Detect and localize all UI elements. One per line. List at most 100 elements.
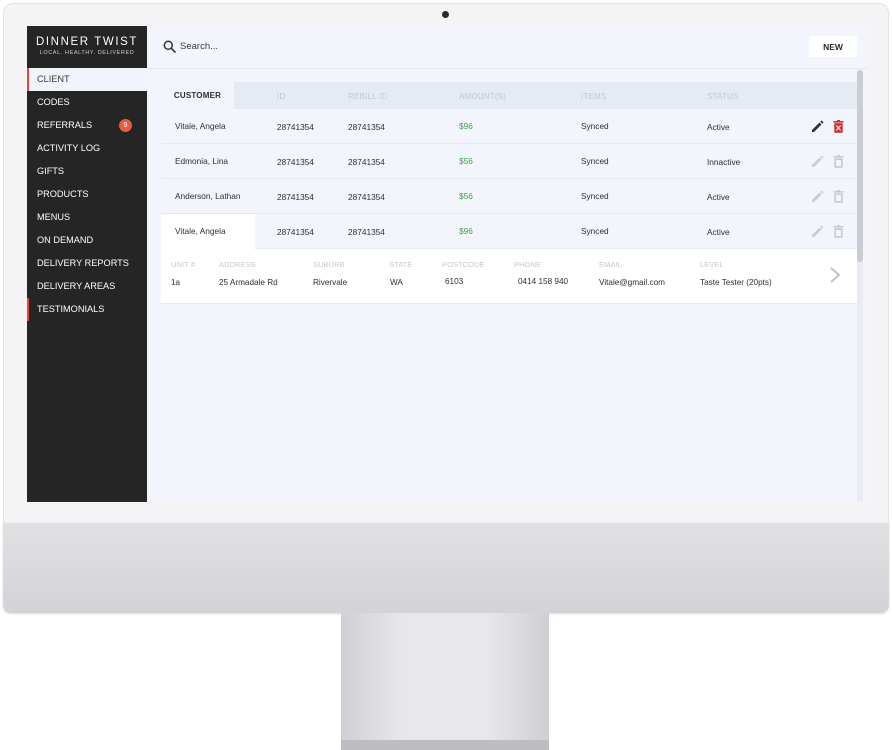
detail-unit: 1a — [171, 278, 181, 287]
trash-icon[interactable] — [833, 155, 844, 168]
referrals-count-badge: 9 — [119, 119, 132, 132]
rebill-id: 28741354 — [348, 192, 385, 202]
detail-header-state: STATE — [389, 260, 413, 269]
brand-logo: DINNER TWIST LOCAL. HEALTHY. DELIVERED — [27, 26, 147, 68]
status: Active — [707, 192, 730, 202]
sidebar-item-label: MENUS — [37, 212, 71, 222]
detail-state: WA — [390, 278, 403, 287]
items-status: Synced — [581, 226, 609, 236]
customer-id: 28741354 — [277, 122, 314, 132]
sidebar-item-gifts[interactable]: GIFTS — [27, 160, 147, 183]
chevron-right-icon[interactable] — [829, 266, 841, 284]
sidebar-item-label: GIFTS — [37, 166, 65, 176]
amount: $96 — [459, 226, 473, 236]
webcam — [442, 11, 449, 18]
customer-name: Edmonia, Lina — [175, 156, 229, 166]
table-row[interactable]: Anderson, Lathan 28741354 28741354 $56 S… — [161, 179, 857, 214]
amount: $56 — [459, 191, 473, 201]
table-row-selected[interactable]: Vitale, Angela 28741354 28741354 $96 Syn… — [161, 214, 857, 249]
customer-id: 28741354 — [277, 157, 314, 167]
status: Active — [707, 122, 730, 132]
sidebar-item-testimonials[interactable]: TESTIMONIALS — [27, 298, 147, 321]
column-header-customer[interactable]: CUSTOMER — [161, 82, 234, 109]
table-header: CUSTOMER ID REBILL ID AMOUNT(S) ITEMS ST… — [161, 82, 857, 109]
detail-header-address: ADDRESS — [219, 260, 256, 269]
amount: $56 — [459, 156, 473, 166]
detail-header-phone: PHONE — [514, 260, 542, 269]
scrollbar-thumb[interactable] — [857, 70, 863, 262]
customer-table: CUSTOMER ID REBILL ID AMOUNT(S) ITEMS ST… — [161, 82, 857, 502]
detail-header-unit: UNIT # — [171, 260, 195, 269]
sidebar-item-label: CODES — [37, 97, 70, 107]
customer-name: Vitale, Angela — [175, 226, 226, 236]
detail-level: Taste Tester (20pts) — [700, 278, 772, 287]
status: Innactive — [707, 157, 741, 167]
sidebar-item-label: DELIVERY REPORTS — [37, 258, 129, 268]
sidebar-item-referrals[interactable]: REFERRALS 9 — [27, 114, 147, 137]
sidebar-item-client[interactable]: CLIENT — [27, 68, 147, 91]
rebill-id: 28741354 — [348, 227, 385, 237]
items-status: Synced — [581, 156, 609, 166]
monitor-chin — [3, 523, 889, 613]
monitor-stand — [341, 613, 549, 740]
sidebar-nav: CLIENT CODES REFERRALS 9 ACTIVITY LOG GIF… — [27, 68, 147, 321]
sidebar: DINNER TWIST LOCAL. HEALTHY. DELIVERED C… — [27, 26, 147, 502]
rebill-id: 28741354 — [348, 122, 385, 132]
pencil-icon[interactable] — [811, 120, 824, 133]
search-input[interactable]: Search... — [180, 41, 218, 52]
sidebar-item-label: CLIENT — [37, 74, 70, 84]
items-status: Synced — [581, 121, 609, 131]
pencil-icon[interactable] — [811, 225, 824, 238]
sidebar-item-label: TESTIMONIALS — [37, 304, 105, 314]
pencil-icon[interactable] — [811, 155, 824, 168]
trash-icon[interactable] — [833, 120, 844, 133]
column-header-rebill-id[interactable]: REBILL ID — [348, 92, 387, 101]
amount: $96 — [459, 121, 473, 131]
customer-id: 28741354 — [277, 227, 314, 237]
vertical-scrollbar[interactable] — [857, 70, 863, 502]
detail-header-email: EMAIL — [599, 260, 622, 269]
detail-address: 25 Armadale Rd — [219, 278, 278, 287]
sidebar-item-products[interactable]: PRODUCTS — [27, 183, 147, 206]
sidebar-item-codes[interactable]: CODES — [27, 91, 147, 114]
sidebar-item-label: PRODUCTS — [37, 189, 89, 199]
sidebar-item-label: REFERRALS — [37, 120, 93, 130]
customer-name: Vitale, Angela — [175, 121, 226, 131]
sidebar-item-on-demand[interactable]: ON DEMAND — [27, 229, 147, 252]
column-header-id[interactable]: ID — [277, 92, 285, 101]
detail-suburb: Rivervale — [313, 278, 348, 287]
screen: DINNER TWIST LOCAL. HEALTHY. DELIVERED C… — [27, 26, 868, 502]
sidebar-item-delivery-areas[interactable]: DELIVERY AREAS — [27, 275, 147, 298]
detail-header-postcode: POSTCODE — [442, 260, 485, 269]
detail-email: Vitale@gmail.com — [599, 278, 665, 287]
column-header-items[interactable]: ITEMS — [581, 92, 606, 101]
search-icon[interactable] — [163, 40, 176, 53]
status: Active — [707, 227, 730, 237]
table-row[interactable]: Edmonia, Lina 28741354 28741354 $56 Sync… — [161, 144, 857, 179]
brand-tagline: LOCAL. HEALTHY. DELIVERED — [39, 50, 135, 56]
customer-name: Anderson, Lathan — [175, 191, 241, 201]
customer-id: 28741354 — [277, 192, 314, 202]
detail-phone: 0414 158 940 — [518, 277, 569, 286]
table-row[interactable]: Vitale, Angela 28741354 28741354 $96 Syn… — [161, 109, 857, 144]
detail-postcode: 6103 — [445, 277, 464, 286]
column-header-amount[interactable]: AMOUNT(S) — [459, 92, 506, 101]
sidebar-item-delivery-reports[interactable]: DELIVERY REPORTS — [27, 252, 147, 275]
sidebar-item-menus[interactable]: MENUS — [27, 206, 147, 229]
new-button[interactable]: NEW — [809, 36, 857, 57]
pencil-icon[interactable] — [811, 190, 824, 203]
trash-icon[interactable] — [833, 225, 844, 238]
items-status: Synced — [581, 191, 609, 201]
trash-icon[interactable] — [833, 190, 844, 203]
monitor-stand-foot — [341, 740, 549, 750]
column-header-status[interactable]: STATUS — [707, 92, 739, 101]
sidebar-item-label: ACTIVITY LOG — [37, 143, 101, 153]
detail-header-level: LEVEL — [700, 260, 724, 269]
table-empty-area — [161, 304, 857, 502]
detail-header-suburb: SUBURB — [313, 260, 345, 269]
brand-title: DINNER TWIST — [35, 36, 139, 48]
sidebar-item-label: ON DEMAND — [37, 235, 94, 245]
top-bar: Search... NEW — [147, 26, 868, 69]
sidebar-item-label: DELIVERY AREAS — [37, 281, 116, 291]
sidebar-item-activity-log[interactable]: ACTIVITY LOG — [27, 137, 147, 160]
